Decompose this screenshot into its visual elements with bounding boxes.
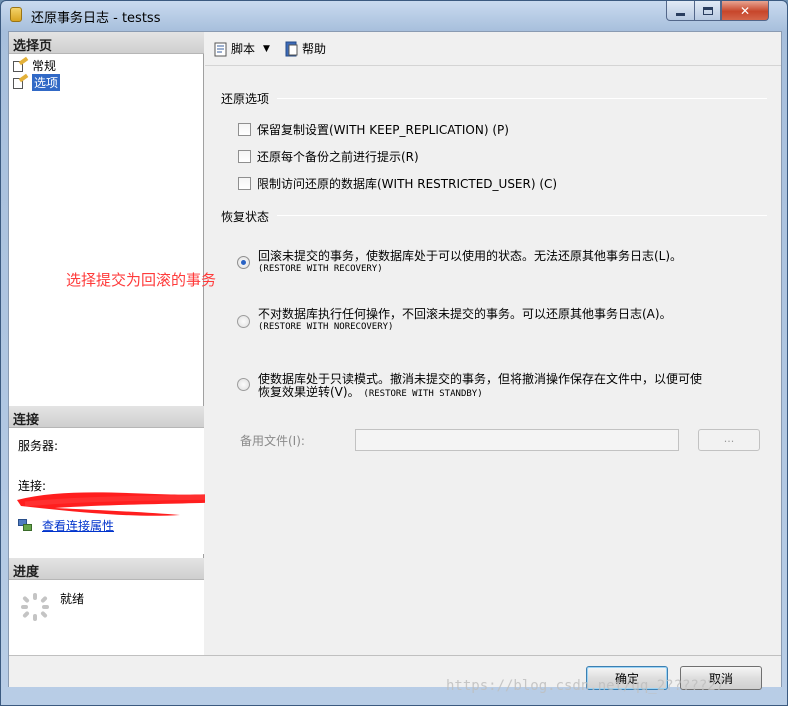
database-icon: [10, 7, 22, 22]
page-icon: [13, 73, 29, 89]
restore-with-norecovery-radio[interactable]: [237, 315, 250, 328]
restricted-user-checkbox[interactable]: 限制访问还原的数据库(WITH RESTRICTED_USER) (C): [238, 175, 557, 192]
script-button[interactable]: 脚本 ▼: [213, 40, 276, 57]
keep-replication-checkbox[interactable]: 保留复制设置(WITH KEEP_REPLICATION) (P): [238, 121, 509, 138]
restore-with-standby-radio[interactable]: [237, 378, 250, 391]
restore-with-norecovery-text: 不对数据库执行任何操作，不回滚未提交的事务。可以还原其他事务日志(A)。 (RE…: [258, 308, 672, 334]
help-icon: [285, 41, 298, 56]
progress-header: 进度: [9, 558, 204, 580]
minimize-button[interactable]: [666, 1, 695, 21]
server-label: 服务器:: [18, 439, 59, 453]
browse-button[interactable]: ...: [698, 429, 760, 451]
view-connection-properties-label: 查看连接属性: [42, 519, 115, 533]
network-icon: [18, 519, 33, 532]
standby-file-label: 备用文件(I):: [240, 434, 305, 448]
checkbox-box[interactable]: [238, 177, 251, 190]
page-item-general[interactable]: 常规: [13, 56, 57, 73]
option-sub: (RESTORE WITH RECOVERY): [258, 264, 383, 274]
script-label: 脚本: [231, 42, 256, 56]
restore-with-recovery-text: 回滚未提交的事务，使数据库处于可以使用的状态。无法还原其他事务日志(L)。 (R…: [258, 250, 682, 276]
toolbar: 脚本 ▼ 帮助: [205, 32, 781, 66]
standby-file-input[interactable]: [355, 429, 679, 451]
progress-spinner-icon: [21, 593, 49, 621]
watermark: https://blog.csdn.net/qq_2?????27: [446, 678, 725, 694]
recovery-state-title: 恢复状态: [221, 210, 270, 224]
help-button[interactable]: 帮助: [284, 40, 326, 57]
checkbox-box[interactable]: [238, 150, 251, 163]
checkbox-label: 保留复制设置(WITH KEEP_REPLICATION) (P): [257, 123, 509, 137]
page-item-label: 选项: [32, 73, 61, 91]
option-text-2: 恢复效果逆转(V)。: [258, 385, 360, 399]
progress-status: 就绪: [60, 592, 85, 606]
window-title: 还原事务日志 - testss: [31, 11, 161, 26]
checkbox-box[interactable]: [238, 123, 251, 136]
close-icon: ✕: [739, 3, 751, 18]
option-text: 不对数据库执行任何操作，不回滚未提交的事务。可以还原其他事务日志(A)。: [258, 307, 672, 321]
progress-area: 就绪: [9, 580, 204, 655]
title-bar[interactable]: 还原事务日志 - testss ✕: [1, 1, 787, 29]
left-panel: 选择页 常规 选项 连接 服务器: 连接: 查看连接属性 进度 就绪: [9, 32, 237, 655]
prompt-before-restore-checkbox[interactable]: 还原每个备份之前进行提示(R): [238, 148, 419, 165]
option-text: 回滚未提交的事务，使数据库处于可以使用的状态。无法还原其他事务日志(L)。: [258, 249, 683, 263]
option-sub: (RESTORE WITH NORECOVERY): [258, 322, 394, 332]
script-icon: [214, 42, 227, 56]
option-sub: (RESTORE WITH STANDBY): [363, 389, 483, 399]
chevron-down-icon[interactable]: ▼: [263, 44, 270, 54]
page-item-options[interactable]: 选项: [13, 73, 61, 91]
checkbox-label: 限制访问还原的数据库(WITH RESTRICTED_USER) (C): [257, 177, 558, 191]
restore-with-standby-text: 使数据库处于只读模式。撤消未提交的事务，但将撤消操作保存在文件中，以便可使 恢复…: [258, 373, 702, 401]
checkbox-label: 还原每个备份之前进行提示(R): [257, 150, 419, 164]
dialog-client: 选择页 常规 选项 连接 服务器: 连接: 查看连接属性 进度 就绪 脚本 ▼ …: [8, 31, 782, 690]
maximize-button[interactable]: [694, 1, 721, 21]
section-divider: [277, 215, 767, 216]
maximize-icon: [702, 6, 713, 15]
right-panel: 脚本 ▼ 帮助 还原选项 保留复制设置(WITH KEEP_REPLICATIO…: [205, 32, 781, 655]
page-icon: [13, 56, 29, 72]
restore-options-title: 还原选项: [221, 92, 270, 106]
connection-header: 连接: [9, 406, 204, 428]
view-connection-properties-link[interactable]: 查看连接属性: [18, 517, 114, 534]
help-label: 帮助: [301, 42, 326, 56]
page-item-label: 常规: [32, 58, 57, 73]
section-divider: [277, 98, 767, 99]
select-page-header: 选择页: [9, 32, 204, 54]
dialog-window: 还原事务日志 - testss ✕ 选择页 常规 选项 连接 服务器: 连接:: [0, 0, 788, 706]
close-button[interactable]: ✕: [721, 1, 769, 21]
red-annotation: 选择提交为回滚的事务: [66, 271, 217, 289]
minimize-icon: [676, 13, 685, 16]
restore-with-recovery-radio[interactable]: [237, 256, 250, 269]
